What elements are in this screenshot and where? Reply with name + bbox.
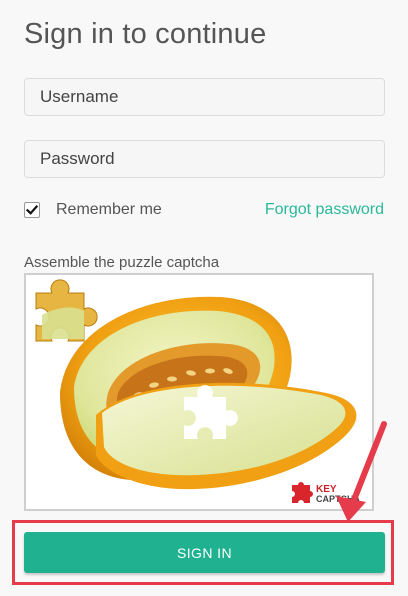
password-input[interactable] <box>25 141 384 177</box>
captcha-image: KEY CAPTCHA <box>35 279 360 504</box>
remember-me-checkbox[interactable] <box>24 202 40 218</box>
remember-me-row: Remember me <box>24 201 162 219</box>
username-input[interactable] <box>25 79 384 115</box>
captcha-label: Assemble the puzzle captcha <box>24 254 220 271</box>
password-field[interactable] <box>24 140 385 178</box>
puzzle-captcha[interactable]: KEY CAPTCHA <box>24 273 374 511</box>
remember-me-label: Remember me <box>56 201 162 218</box>
signin-page: Sign in to continue Remember me Forgot p… <box>0 0 408 596</box>
annotation-arrow-icon <box>336 421 387 522</box>
forgot-password-link[interactable]: Forgot password <box>265 201 384 219</box>
checkmark-icon <box>26 205 38 215</box>
puzzle-piece[interactable] <box>35 279 98 342</box>
username-field[interactable] <box>24 78 385 116</box>
sign-in-button[interactable]: SIGN IN <box>24 532 385 573</box>
page-title: Sign in to continue <box>24 18 267 50</box>
